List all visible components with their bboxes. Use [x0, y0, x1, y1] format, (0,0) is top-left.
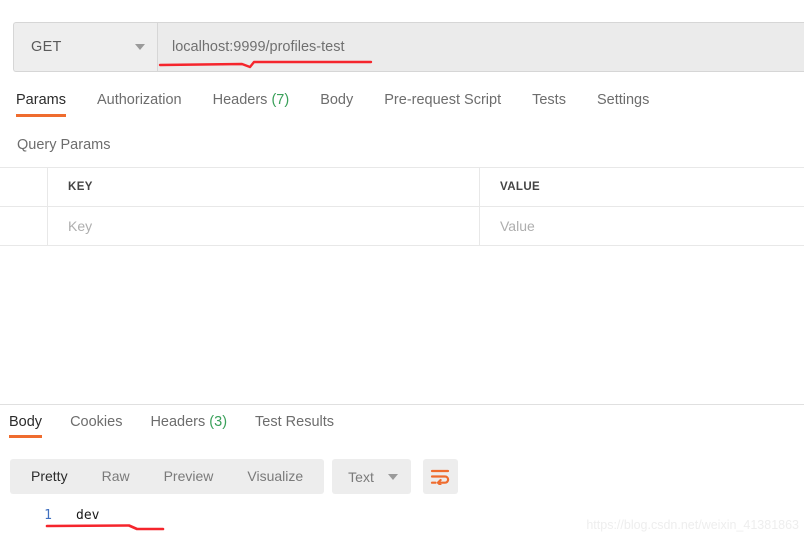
response-view-group: Pretty Raw Preview Visualize	[10, 459, 325, 494]
tab-body-label: Body	[320, 92, 354, 108]
tab-headers-count: (7)	[271, 92, 290, 108]
chevron-down-icon	[387, 473, 398, 480]
tab-pre-request-script[interactable]: Pre-request Script	[384, 90, 501, 117]
tab-authorization[interactable]: Authorization	[97, 90, 182, 117]
request-tabs: Params Authorization Headers (7) Body Pr…	[0, 90, 804, 126]
table-row: Key Value	[0, 207, 804, 245]
tab-body[interactable]: Body	[320, 90, 353, 117]
response-language-label: Text	[348, 468, 374, 485]
header-value-cell: VALUE	[480, 168, 804, 206]
request-url-input[interactable]: localhost:9999/profiles-test	[157, 22, 804, 72]
tab-headers-label: Headers	[212, 92, 268, 108]
column-header-value: VALUE	[500, 181, 541, 193]
chevron-down-icon	[135, 44, 145, 50]
row-checkbox-cell[interactable]	[0, 207, 48, 245]
column-header-key: KEY	[68, 181, 93, 193]
response-tab-body-label: Body	[9, 414, 43, 430]
request-url-value: localhost:9999/profiles-test	[172, 39, 345, 55]
table-header-row: KEY VALUE	[0, 168, 804, 207]
response-tab-headers-count: (3)	[209, 414, 228, 430]
view-preview-button[interactable]: Preview	[147, 459, 231, 494]
response-tabs: Body Cookies Headers (3) Test Results	[0, 412, 804, 444]
response-format-toolbar: Pretty Raw Preview Visualize Text	[10, 459, 458, 494]
request-url-bar: GET localhost:9999/profiles-test	[13, 22, 804, 72]
response-tab-test-results[interactable]: Test Results	[255, 412, 334, 438]
tab-tests-label: Tests	[532, 92, 566, 108]
response-tab-headers[interactable]: Headers (3)	[150, 412, 227, 438]
tab-settings[interactable]: Settings	[597, 90, 649, 117]
param-value-placeholder: Value	[500, 218, 535, 234]
line-number: 1	[44, 508, 52, 523]
view-pretty-button[interactable]: Pretty	[14, 459, 85, 494]
view-visualize-button[interactable]: Visualize	[230, 459, 320, 494]
word-wrap-toggle-button[interactable]	[422, 459, 458, 494]
response-tab-headers-label: Headers	[150, 414, 206, 430]
tab-params-label: Params	[16, 92, 66, 108]
response-tab-cookies-label: Cookies	[70, 414, 123, 430]
response-body-content: dev	[76, 508, 100, 523]
response-tab-test-results-label: Test Results	[255, 414, 335, 430]
header-checkbox-cell	[0, 168, 48, 206]
response-language-dropdown[interactable]: Text	[332, 459, 411, 494]
response-tab-cookies[interactable]: Cookies	[70, 412, 122, 438]
pane-divider[interactable]	[0, 404, 804, 405]
view-raw-button[interactable]: Raw	[85, 459, 147, 494]
param-key-placeholder: Key	[68, 218, 93, 234]
tab-headers[interactable]: Headers (7)	[213, 90, 290, 117]
param-value-input[interactable]: Value	[480, 207, 804, 245]
watermark-text: https://blog.csdn.net/weixin_41381863	[586, 518, 799, 532]
query-params-table: KEY VALUE Key Value	[0, 167, 804, 246]
query-params-section-title: Query Params	[17, 137, 111, 153]
tab-pre-request-script-label: Pre-request Script	[384, 92, 502, 108]
response-tab-body[interactable]: Body	[9, 412, 43, 438]
header-key-cell: KEY	[48, 168, 480, 206]
tab-params[interactable]: Params	[16, 90, 66, 117]
word-wrap-icon	[431, 469, 450, 485]
tab-tests[interactable]: Tests	[532, 90, 566, 117]
http-method-label: GET	[31, 39, 62, 55]
tab-settings-label: Settings	[596, 92, 650, 108]
tab-authorization-label: Authorization	[96, 92, 182, 108]
http-method-dropdown[interactable]: GET	[13, 22, 157, 72]
param-key-input[interactable]: Key	[48, 207, 480, 245]
